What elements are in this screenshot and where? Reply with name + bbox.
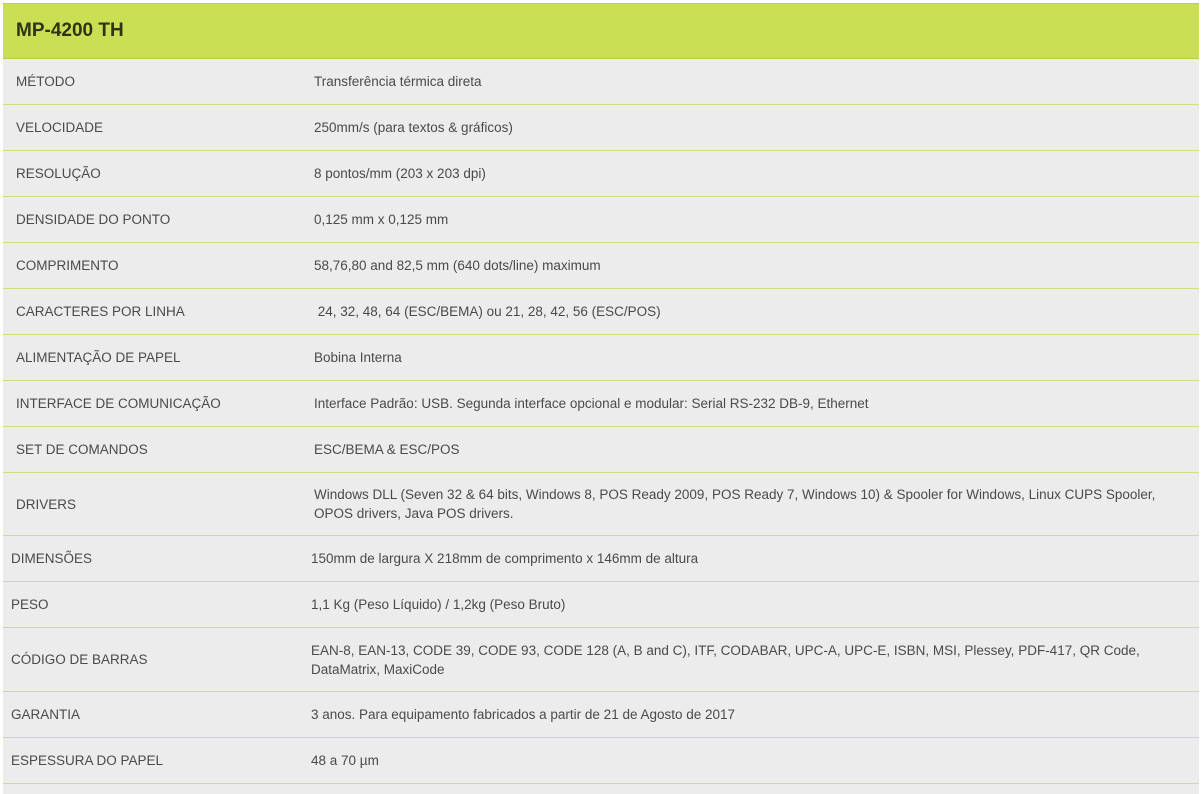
spec-row-garantia: GARANTIA 3 anos. Para equipamento fabric… <box>3 692 1199 738</box>
spec-row-espessura: ESPESSURA DO PAPEL 48 a 70 µm <box>3 738 1199 784</box>
spec-row-velocidade: VELOCIDADE 250mm/s (para textos & gráfic… <box>3 105 1199 151</box>
spec-label: CÓDIGO DE BARRAS <box>11 652 148 667</box>
spec-value: ESC/BEMA & ESC/POS <box>314 442 460 457</box>
spec-row-interface: INTERFACE DE COMUNICAÇÃO Interface Padrã… <box>3 381 1199 427</box>
spec-value: 8 pontos/mm (203 x 203 dpi) <box>314 166 486 181</box>
spec-value: EAN-8, EAN-13, CODE 39, CODE 93, CODE 12… <box>311 642 1140 677</box>
spec-label: DIMENSÕES <box>11 551 93 566</box>
spec-label: COMPRIMENTO <box>16 258 119 273</box>
spec-row-resolucao: RESOLUÇÃO 8 pontos/mm (203 x 203 dpi) <box>3 151 1199 197</box>
spec-value: 250mm/s (para textos & gráficos) <box>314 120 513 135</box>
spec-row-comprimento: COMPRIMENTO 58,76,80 and 82,5 mm (640 do… <box>3 243 1199 289</box>
spec-label: SET DE COMANDOS <box>16 442 148 457</box>
spec-row-peso: PESO 1,1 Kg (Peso Líquido) / 1,2kg (Peso… <box>3 582 1199 628</box>
spec-value: 58,76,80 and 82,5 mm (640 dots/line) max… <box>314 258 601 273</box>
spec-label: CARACTERES POR LINHA <box>16 304 185 319</box>
spec-label: MÉTODO <box>16 74 76 89</box>
spec-value: 150mm de largura X 218mm de comprimento … <box>311 551 699 566</box>
spec-label: VELOCIDADE <box>16 120 104 135</box>
spec-label: ESPESSURA DO PAPEL <box>11 753 164 768</box>
spec-label: GARANTIA <box>11 707 81 722</box>
spec-value: Windows DLL (Seven 32 & 64 bits, Windows… <box>314 487 1156 521</box>
spec-row-densidade: DENSIDADE DO PONTO 0,125 mm x 0,125 mm <box>3 197 1199 243</box>
spec-row-codigo-barras: CÓDIGO DE BARRAS EAN-8, EAN-13, CODE 39,… <box>3 628 1199 692</box>
spec-label: INTERFACE DE COMUNICAÇÃO <box>16 396 221 411</box>
table-bottom-strip <box>3 784 1199 794</box>
spec-value: Interface Padrão: USB. Segunda interface… <box>314 396 869 411</box>
spec-value: 1,1 Kg (Peso Líquido) / 1,2kg (Peso Brut… <box>311 597 566 612</box>
spec-value: Transferência térmica direta <box>314 74 482 89</box>
spec-label: DENSIDADE DO PONTO <box>16 212 171 227</box>
spec-value: 48 a 70 µm <box>311 753 379 768</box>
spec-label: ALIMENTAÇÃO DE PAPEL <box>16 350 181 365</box>
spec-label: PESO <box>11 597 49 612</box>
spec-row-caracteres: CARACTERES POR LINHA 24, 32, 48, 64 (ESC… <box>3 289 1199 335</box>
spec-row-drivers: DRIVERS Windows DLL (Seven 32 & 64 bits,… <box>3 473 1199 536</box>
spec-label: DRIVERS <box>16 496 77 512</box>
spec-label: RESOLUÇÃO <box>16 166 101 181</box>
spec-row-alimentacao: ALIMENTAÇÃO DE PAPEL Bobina Interna <box>3 335 1199 381</box>
spec-row-set-comandos: SET DE COMANDOS ESC/BEMA & ESC/POS <box>3 427 1199 473</box>
product-title: MP-4200 TH <box>3 4 1199 59</box>
spec-row-dimensoes: DIMENSÕES 150mm de largura X 218mm de co… <box>3 536 1199 582</box>
spec-row-metodo: MÉTODO Transferência térmica direta <box>3 59 1199 105</box>
spec-value: 3 anos. Para equipamento fabricados a pa… <box>311 707 736 722</box>
spec-table: MP-4200 TH MÉTODO Transferência térmica … <box>3 3 1199 794</box>
spec-value: Bobina Interna <box>314 350 402 365</box>
spec-value: 24, 32, 48, 64 (ESC/BEMA) ou 21, 28, 42,… <box>314 304 661 319</box>
spec-value: 0,125 mm x 0,125 mm <box>314 212 449 227</box>
